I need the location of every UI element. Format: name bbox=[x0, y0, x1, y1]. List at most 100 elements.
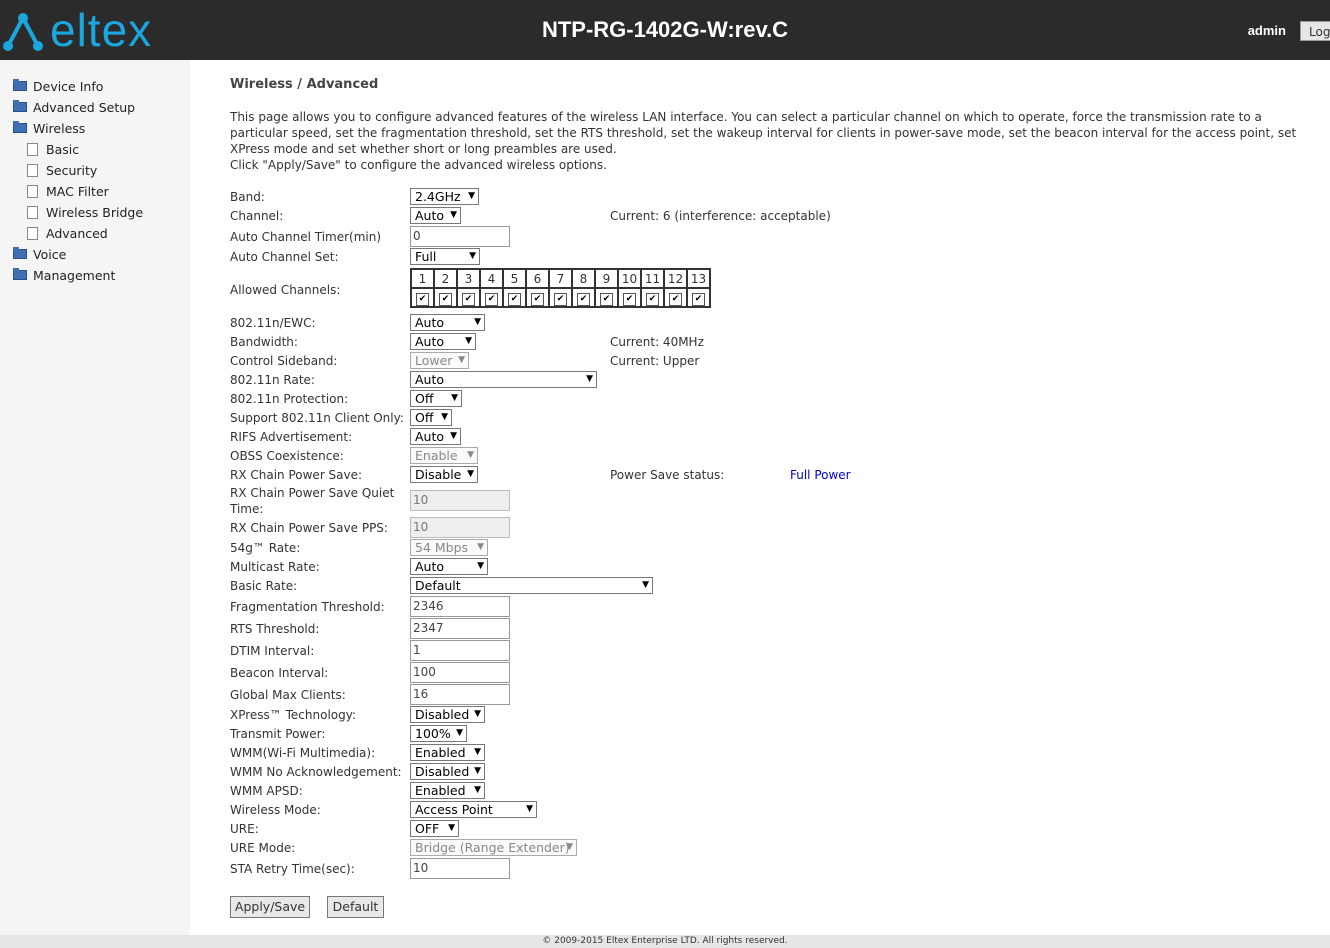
sidebar-item-mac-filter[interactable]: MAC Filter bbox=[27, 182, 109, 200]
channel-cell: ✔ bbox=[456, 287, 481, 308]
channel-number: 10 bbox=[617, 268, 642, 289]
rx-quiet-time-label: RX Chain Power Save Quiet Time: bbox=[230, 486, 395, 516]
sidebar: Device Info Advanced Setup Wireless Basi… bbox=[0, 60, 190, 935]
rifs-select[interactable]: Auto bbox=[410, 428, 461, 445]
channel-checkbox[interactable]: ✔ bbox=[439, 292, 452, 306]
page-title: Wireless / Advanced bbox=[230, 77, 379, 92]
control-sideband-select[interactable]: Lower bbox=[410, 352, 469, 369]
channel-number: 6 bbox=[525, 268, 550, 289]
sidebar-item-label: Management bbox=[33, 267, 116, 283]
page-icon bbox=[27, 184, 38, 198]
default-button[interactable]: Default bbox=[327, 896, 384, 918]
control-sideband-label: Control Sideband: bbox=[230, 354, 338, 368]
basic-rate-label: Basic Rate: bbox=[230, 579, 298, 593]
channel-checkbox[interactable]: ✔ bbox=[692, 292, 705, 306]
channel-checkbox[interactable]: ✔ bbox=[485, 292, 498, 306]
xpress-select[interactable]: Disabled bbox=[410, 706, 485, 723]
sta-retry-label: STA Retry Time(sec): bbox=[230, 862, 355, 876]
channel-checkbox[interactable]: ✔ bbox=[577, 292, 590, 306]
dtim-input[interactable]: 1 bbox=[410, 640, 510, 661]
sidebar-item-advanced-setup[interactable]: Advanced Setup bbox=[13, 98, 135, 116]
beacon-input[interactable]: 100 bbox=[410, 662, 510, 683]
rx-pps-label: RX Chain Power Save PPS: bbox=[230, 521, 388, 535]
multicast-rate-select[interactable]: Auto bbox=[410, 558, 488, 575]
channel-cell: ✔ bbox=[410, 287, 435, 308]
sidebar-item-wireless[interactable]: Wireless bbox=[13, 119, 85, 137]
folder-icon bbox=[13, 247, 27, 259]
rx-chain-ps-select[interactable]: Disable bbox=[410, 466, 478, 483]
channel-number: 9 bbox=[594, 268, 619, 289]
sidebar-item-wireless-bridge[interactable]: Wireless Bridge bbox=[27, 203, 143, 221]
multicast-rate-label: Multicast Rate: bbox=[230, 560, 320, 574]
auto-channel-set-select[interactable]: Full bbox=[410, 248, 480, 265]
wmm-noack-select[interactable]: Disabled bbox=[410, 763, 485, 780]
channel-checkbox[interactable]: ✔ bbox=[554, 292, 567, 306]
wmm-apsd-select[interactable]: Enabled bbox=[410, 782, 485, 799]
channel-checkbox[interactable]: ✔ bbox=[416, 292, 429, 306]
apply-save-button[interactable]: Apply/Save bbox=[230, 896, 310, 918]
sidebar-item-management[interactable]: Management bbox=[13, 266, 115, 284]
rts-threshold-label: RTS Threshold: bbox=[230, 622, 320, 636]
tx-power-label: Transmit Power: bbox=[230, 727, 326, 741]
auto-channel-timer-label: Auto Channel Timer(min) bbox=[230, 230, 382, 244]
frag-threshold-input[interactable]: 2346 bbox=[410, 596, 510, 617]
ewc-select[interactable]: Auto bbox=[410, 314, 485, 331]
channel-number: 5 bbox=[502, 268, 527, 289]
rx-pps-input[interactable]: 10 bbox=[410, 517, 510, 538]
ewc-label: 802.11n/EWC: bbox=[230, 316, 316, 330]
device-title: NTP-RG-1402G-W:rev.C bbox=[541, 17, 789, 42]
channel-number: 1 bbox=[410, 268, 435, 289]
n-rate-select[interactable]: Auto bbox=[410, 371, 597, 388]
channel-cell: ✔ bbox=[640, 287, 665, 308]
logout-button[interactable]: Log bbox=[1300, 21, 1330, 41]
channel-checkbox[interactable]: ✔ bbox=[600, 292, 613, 306]
beacon-label: Beacon Interval: bbox=[230, 666, 329, 680]
frag-threshold-label: Fragmentation Threshold: bbox=[230, 600, 385, 614]
dtim-label: DTIM Interval: bbox=[230, 644, 315, 658]
basic-rate-select[interactable]: Default bbox=[410, 577, 653, 594]
auto-channel-timer-input[interactable]: 0 bbox=[410, 226, 510, 247]
channel-select[interactable]: Auto bbox=[410, 207, 461, 224]
wmm-label: WMM(Wi-Fi Multimedia): bbox=[230, 746, 376, 760]
ure-mode-select[interactable]: Bridge (Range Extender) bbox=[410, 839, 577, 856]
channel-checkbox[interactable]: ✔ bbox=[508, 292, 521, 306]
rifs-label: RIFS Advertisement: bbox=[230, 430, 353, 444]
description-text: This page allows you to configure advanc… bbox=[230, 110, 1297, 156]
sidebar-item-basic[interactable]: Basic bbox=[27, 140, 79, 158]
bandwidth-select[interactable]: Auto bbox=[410, 333, 476, 350]
max-clients-input[interactable]: 16 bbox=[410, 684, 510, 705]
rx-quiet-time-input[interactable]: 10 bbox=[410, 490, 510, 511]
sidebar-item-device-info[interactable]: Device Info bbox=[13, 77, 103, 95]
header: eltex NTP-RG-1402G-W:rev.C admin Log bbox=[0, 0, 1330, 60]
wireless-mode-label: Wireless Mode: bbox=[230, 803, 321, 817]
channel-cell: ✔ bbox=[525, 287, 550, 308]
sidebar-item-advanced[interactable]: Advanced bbox=[27, 224, 108, 242]
wmm-select[interactable]: Enabled bbox=[410, 744, 485, 761]
channel-cell: ✔ bbox=[617, 287, 642, 308]
sidebar-item-label: Wireless bbox=[33, 120, 86, 136]
sta-retry-input[interactable]: 10 bbox=[410, 858, 510, 879]
channel-checkbox[interactable]: ✔ bbox=[462, 292, 475, 306]
sidebar-item-security[interactable]: Security bbox=[27, 161, 97, 179]
g-rate-select[interactable]: 54 Mbps bbox=[410, 539, 488, 556]
wmm-apsd-label: WMM APSD: bbox=[230, 784, 303, 798]
n-client-only-select[interactable]: Off bbox=[410, 409, 452, 426]
channel-cell: ✔ bbox=[663, 287, 688, 308]
power-save-status-label: Power Save status: bbox=[610, 468, 725, 482]
tx-power-select[interactable]: 100% bbox=[410, 725, 467, 742]
obss-label: OBSS Coexistence: bbox=[230, 449, 344, 463]
rts-threshold-input[interactable]: 2347 bbox=[410, 618, 510, 639]
obss-select[interactable]: Enable bbox=[410, 447, 478, 464]
wireless-mode-select[interactable]: Access Point bbox=[410, 801, 537, 818]
channel-checkbox[interactable]: ✔ bbox=[669, 292, 682, 306]
channel-checkbox[interactable]: ✔ bbox=[531, 292, 544, 306]
power-save-status-value: Full Power bbox=[790, 468, 851, 482]
sidebar-item-voice[interactable]: Voice bbox=[13, 245, 66, 263]
n-protection-select[interactable]: Off bbox=[410, 390, 462, 407]
band-select[interactable]: 2.4GHz bbox=[410, 188, 479, 205]
channel-checkbox[interactable]: ✔ bbox=[623, 292, 636, 306]
ure-select[interactable]: OFF bbox=[410, 820, 459, 837]
channel-label: Channel: bbox=[230, 209, 284, 223]
channel-cell: ✔ bbox=[686, 287, 711, 308]
channel-checkbox[interactable]: ✔ bbox=[646, 292, 659, 306]
